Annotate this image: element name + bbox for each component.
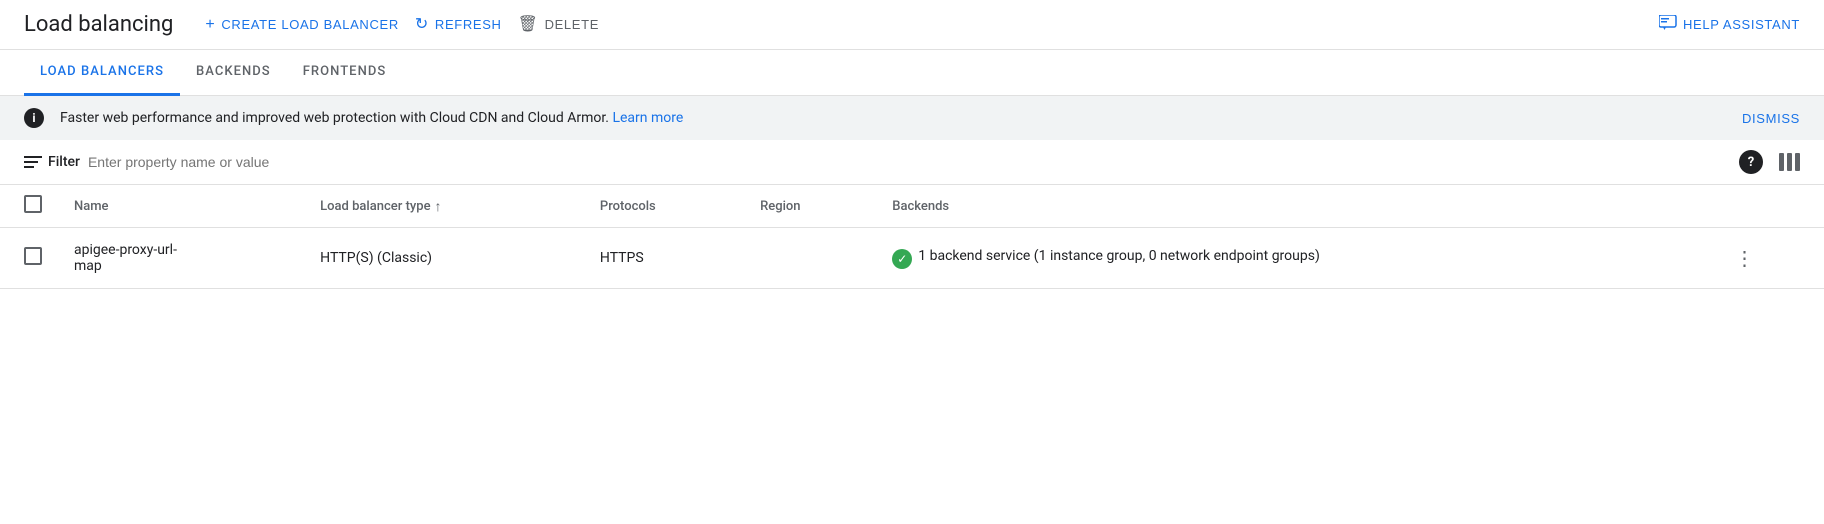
filter-lines-icon	[24, 156, 42, 168]
table-row: apigee-proxy-url-map HTTP(S) (Classic) H…	[0, 228, 1824, 289]
banner-text: Faster web performance and improved web …	[60, 110, 1726, 126]
refresh-icon: ↻	[415, 17, 429, 33]
filter-line-2	[24, 161, 38, 163]
page-header: Load balancing + CREATE LOAD BALANCER ↻ …	[0, 0, 1824, 50]
tab-bar: LOAD BALANCERS BACKENDS FRONTENDS	[0, 50, 1824, 96]
page-title: Load balancing	[24, 12, 173, 37]
help-assistant-button[interactable]: HELP ASSISTANT	[1659, 15, 1800, 35]
tab-load-balancers[interactable]: LOAD BALANCERS	[24, 50, 180, 96]
tab-frontends[interactable]: FRONTENDS	[287, 50, 403, 96]
table-header: Name Load balancer type ↑ Protocols Regi…	[0, 185, 1824, 228]
learn-more-link[interactable]: Learn more	[612, 110, 683, 126]
refresh-button[interactable]: ↻ REFRESH	[415, 17, 502, 33]
backend-status-icon: ✓	[892, 249, 912, 269]
table-body: apigee-proxy-url-map HTTP(S) (Classic) H…	[0, 228, 1824, 289]
row-more-menu-button[interactable]: ⋮	[1731, 242, 1808, 274]
filter-right-icons: ?	[1739, 150, 1800, 174]
columns-icon[interactable]	[1779, 153, 1800, 171]
select-all-checkbox[interactable]	[24, 195, 42, 213]
delete-button[interactable]: 🗑 DELETE	[518, 17, 599, 33]
tab-backends[interactable]: BACKENDS	[180, 50, 287, 96]
th-region: Region	[744, 185, 876, 228]
dismiss-button[interactable]: DISMISS	[1742, 111, 1800, 126]
filter-label: Filter	[24, 154, 80, 170]
sort-arrow-icon[interactable]: ↑	[435, 198, 442, 215]
info-icon: i	[24, 108, 44, 128]
th-name: Name	[58, 185, 304, 228]
th-protocols: Protocols	[584, 185, 744, 228]
filter-input[interactable]	[88, 154, 1731, 170]
row-region-cell	[744, 228, 876, 289]
th-actions	[1715, 185, 1824, 228]
filter-line-1	[24, 156, 42, 158]
filter-help-icon[interactable]: ?	[1739, 150, 1763, 174]
plus-icon: +	[205, 17, 215, 33]
create-load-balancer-button[interactable]: + CREATE LOAD BALANCER	[205, 17, 398, 33]
row-protocols-cell: HTTPS	[584, 228, 744, 289]
header-actions: + CREATE LOAD BALANCER ↻ REFRESH 🗑 DELET…	[205, 15, 1800, 35]
row-name-cell: apigee-proxy-url-map	[58, 228, 304, 289]
filter-bar: Filter ?	[0, 140, 1824, 185]
row-checkbox-cell	[0, 228, 58, 289]
info-banner: i Faster web performance and improved we…	[0, 96, 1824, 140]
th-type: Load balancer type ↑	[304, 185, 584, 228]
help-icon	[1659, 15, 1677, 35]
delete-icon: 🗑	[518, 17, 539, 33]
load-balancers-table: Name Load balancer type ↑ Protocols Regi…	[0, 185, 1824, 289]
th-checkbox	[0, 185, 58, 228]
th-backends: Backends	[876, 185, 1714, 228]
row-backends-cell: ✓ 1 backend service (1 instance group, 0…	[876, 228, 1714, 289]
filter-line-3	[24, 166, 34, 168]
row-checkbox[interactable]	[24, 247, 42, 265]
row-type-cell: HTTP(S) (Classic)	[304, 228, 584, 289]
row-actions-cell: ⋮	[1715, 228, 1824, 289]
